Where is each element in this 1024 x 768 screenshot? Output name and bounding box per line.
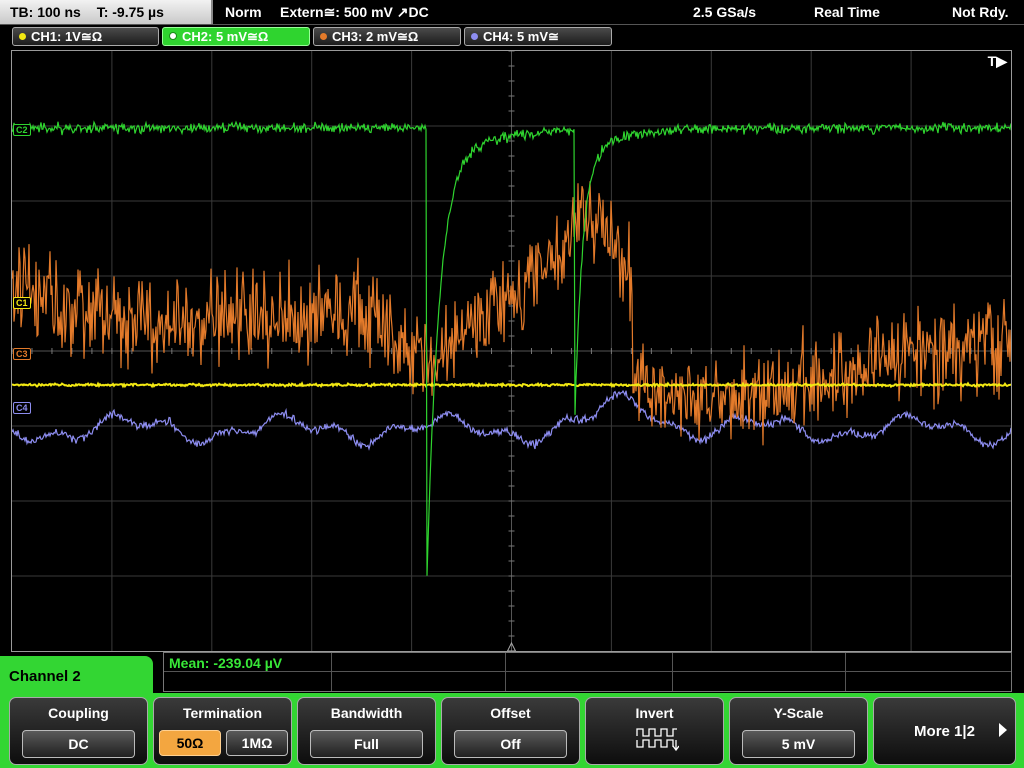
measurement-panel: Mean: -239.04 µV — [163, 652, 1012, 692]
offset-value[interactable]: Off — [454, 730, 567, 758]
ch3-label: CH3: 2 mV≅Ω — [332, 29, 419, 44]
ch1-level-marker[interactable]: C1 — [13, 297, 31, 309]
ch4-label: CH4: 5 mV≅ — [483, 29, 559, 44]
measurement-divider — [164, 671, 1011, 672]
acquisition-mode: Real Time — [814, 4, 880, 20]
timebase-readout: TB: 100 ns — [10, 4, 81, 20]
measurement-divider — [331, 653, 332, 691]
ch4-level-marker[interactable]: C4 — [13, 402, 31, 414]
waveform-display[interactable]: C2 C1 C3 C4 T▶ — [11, 50, 1012, 652]
yscale-label: Y-Scale — [773, 705, 824, 721]
run-state: Not Rdy. — [952, 4, 1009, 20]
bandwidth-value[interactable]: Full — [310, 730, 423, 758]
offset-label: Offset — [490, 705, 531, 721]
menu-title: Channel 2 — [0, 656, 153, 698]
mean-measurement: Mean: -239.04 µV — [169, 655, 283, 671]
timebase-box[interactable]: TB: 100 ns T: -9.75 µs — [0, 0, 213, 24]
termination-50ohm-option[interactable]: 50Ω — [159, 730, 221, 756]
trigger-mode[interactable]: Norm — [225, 0, 262, 24]
coupling-value[interactable]: DC — [22, 730, 135, 758]
invert-label: Invert — [635, 705, 674, 721]
trigger-source[interactable]: Extern≅: 500 mV ↗DC — [280, 0, 429, 24]
ch3-dot-icon — [320, 33, 327, 40]
measurement-divider — [845, 653, 846, 691]
waveform-canvas — [12, 51, 1011, 651]
termination-label: Termination — [182, 705, 263, 721]
channel-tab-ch4[interactable]: CH4: 5 mV≅ — [464, 27, 612, 46]
bandwidth-label: Bandwidth — [330, 705, 403, 721]
yscale-softkey[interactable]: Y-Scale 5 mV — [729, 697, 868, 765]
channel-tab-ch1[interactable]: CH1: 1V≅Ω — [12, 27, 159, 46]
yscale-value[interactable]: 5 mV — [742, 730, 855, 758]
channel-tab-ch3[interactable]: CH3: 2 mV≅Ω — [313, 27, 461, 46]
invert-waveform-icon — [636, 728, 679, 752]
ch2-dot-icon — [169, 32, 177, 40]
trigger-time-readout: T: -9.75 µs — [96, 4, 164, 20]
termination-softkey[interactable]: Termination 50Ω 1MΩ — [153, 697, 292, 765]
measurement-divider — [505, 653, 506, 691]
termination-1mohm-option[interactable]: 1MΩ — [226, 730, 288, 756]
ch1-dot-icon — [19, 33, 26, 40]
ch2-level-marker[interactable]: C2 — [13, 124, 31, 136]
ch1-label: CH1: 1V≅Ω — [31, 29, 103, 44]
top-separator — [0, 24, 1024, 25]
more-softkey[interactable]: More 1|2 — [873, 697, 1016, 765]
invert-softkey[interactable]: Invert — [585, 697, 724, 765]
ch4-dot-icon — [471, 33, 478, 40]
offset-softkey[interactable]: Offset Off — [441, 697, 580, 765]
graticule — [12, 51, 1011, 651]
more-label: More 1|2 — [914, 723, 975, 740]
coupling-softkey[interactable]: Coupling DC — [9, 697, 148, 765]
coupling-label: Coupling — [48, 705, 109, 721]
next-page-arrow-icon — [999, 723, 1007, 737]
status-bar: TB: 100 ns T: -9.75 µs Norm Extern≅: 500… — [0, 0, 1024, 25]
channel-tab-ch2[interactable]: CH2: 5 mV≅Ω — [162, 27, 310, 46]
bandwidth-softkey[interactable]: Bandwidth Full — [297, 697, 436, 765]
ch2-label: CH2: 5 mV≅Ω — [182, 29, 269, 44]
ch3-level-marker[interactable]: C3 — [13, 348, 31, 360]
trigger-position-marker[interactable]: T▶ — [988, 53, 1007, 70]
sample-rate: 2.5 GSa/s — [693, 4, 757, 20]
measurement-divider — [672, 653, 673, 691]
